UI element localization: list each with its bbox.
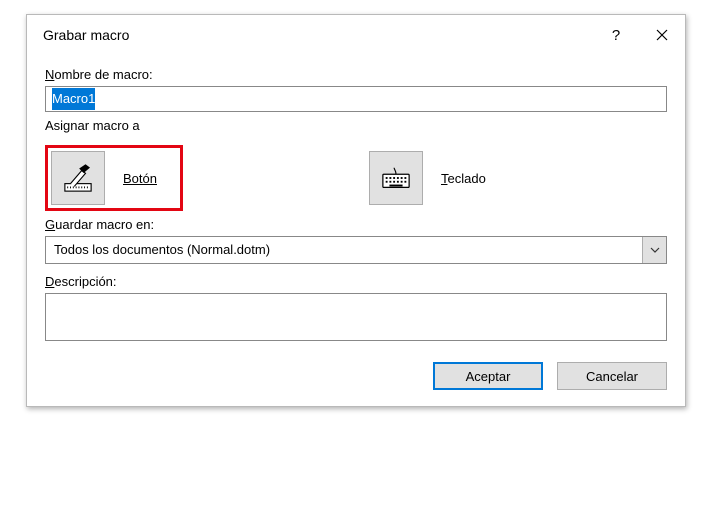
cancel-button[interactable]: Cancelar [557, 362, 667, 390]
assign-to-keyboard-label: Teclado [441, 171, 486, 186]
macro-name-value: Macro1 [52, 88, 95, 110]
dialog-footer: Aceptar Cancelar [45, 362, 667, 390]
description-label: Descripción: [45, 274, 667, 289]
assign-to-keyboard[interactable] [369, 151, 423, 205]
assign-to-button-label: Botón [123, 171, 157, 186]
ok-button[interactable]: Aceptar [433, 362, 543, 390]
titlebar: Grabar macro ? [27, 15, 685, 55]
store-macro-select[interactable]: Todos los documentos (Normal.dotm) [45, 236, 667, 264]
dialog-body: Nombre de macro: Macro1 Asignar macro a … [27, 55, 685, 406]
assign-to-keyboard-group: Teclado [363, 145, 512, 211]
store-macro-dropdown-arrow[interactable] [642, 237, 666, 263]
assign-macro-label: Asignar macro a [45, 118, 667, 133]
store-macro-label: Guardar macro en: [45, 217, 667, 232]
keyboard-icon [381, 163, 411, 193]
macro-name-label: Nombre de macro: [45, 67, 667, 82]
macro-name-input[interactable]: Macro1 [45, 86, 667, 112]
record-macro-dialog: Grabar macro ? Nombre de macro: Macro1 A… [26, 14, 686, 407]
hammer-button-icon [63, 163, 93, 193]
description-input[interactable] [45, 293, 667, 341]
close-button[interactable] [639, 15, 685, 55]
help-button[interactable]: ? [593, 15, 639, 55]
store-macro-value: Todos los documentos (Normal.dotm) [46, 237, 642, 263]
assign-to-button-group: Botón [45, 145, 183, 211]
chevron-down-icon [650, 247, 660, 253]
assign-to-button[interactable] [51, 151, 105, 205]
close-icon [656, 29, 668, 41]
assign-macro-row: Botón Teclado [45, 145, 667, 211]
dialog-title: Grabar macro [43, 27, 593, 43]
